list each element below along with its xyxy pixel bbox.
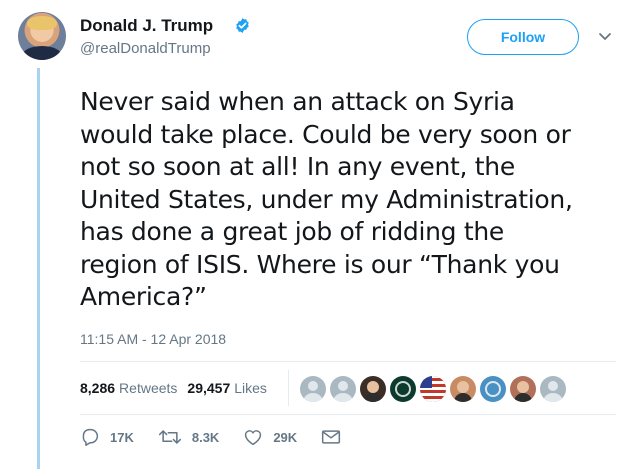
default-avatar-icon[interactable]	[540, 376, 566, 402]
retweets-stat[interactable]: 8,286 Retweets	[80, 380, 177, 396]
retweet-button[interactable]: 8.3K	[158, 428, 219, 446]
likes-count: 29,457	[187, 380, 231, 396]
chevron-down-icon[interactable]	[598, 32, 612, 42]
follow-button[interactable]: Follow	[467, 19, 579, 55]
avatar-hair	[27, 16, 57, 30]
divider-top	[80, 361, 616, 362]
liker-avatars	[300, 376, 566, 402]
like-button[interactable]: 29K	[243, 428, 297, 446]
emblem-avatar-icon[interactable]	[480, 376, 506, 402]
thread-line	[37, 68, 40, 469]
person-photo-icon[interactable]	[450, 376, 476, 402]
emblem-avatar-icon[interactable]	[390, 376, 416, 402]
author-name[interactable]: Donald J. Trump	[80, 16, 213, 36]
tweet-timestamp[interactable]: 11:15 AM - 12 Apr 2018	[80, 331, 226, 347]
engagement-stats: 8,286 Retweets 29,457 Likes	[80, 380, 267, 396]
heart-icon	[245, 430, 262, 446]
like-count: 29K	[273, 429, 298, 445]
author-avatar[interactable]	[18, 12, 66, 60]
reply-icon	[82, 428, 99, 446]
author-handle[interactable]: @realDonaldTrump	[80, 40, 211, 57]
person-photo-icon[interactable]	[510, 376, 536, 402]
tweet-actions: 17K 8.3K 29K	[80, 428, 375, 446]
person-photo-icon[interactable]	[360, 376, 386, 402]
likes-label: Likes	[234, 380, 267, 396]
default-avatar-icon[interactable]	[300, 376, 326, 402]
retweet-icon	[158, 430, 181, 444]
likes-stat[interactable]: 29,457 Likes	[187, 380, 267, 396]
verified-badge-icon	[236, 18, 249, 33]
direct-message-button[interactable]	[321, 429, 351, 445]
retweet-count: 8.3K	[191, 429, 220, 445]
avatar-suit	[22, 46, 62, 60]
envelope-icon	[322, 430, 341, 444]
default-avatar-icon[interactable]	[330, 376, 356, 402]
us-flag-avatar-icon[interactable]	[420, 376, 446, 402]
divider-bottom	[80, 414, 616, 415]
retweets-label: Retweets	[119, 380, 178, 396]
tweet-text: Never said when an attack on Syria would…	[80, 87, 573, 311]
reply-count: 17K	[110, 429, 134, 445]
reply-button[interactable]: 17K	[80, 428, 134, 446]
stats-divider	[288, 370, 289, 406]
retweets-count: 8,286	[80, 380, 116, 396]
